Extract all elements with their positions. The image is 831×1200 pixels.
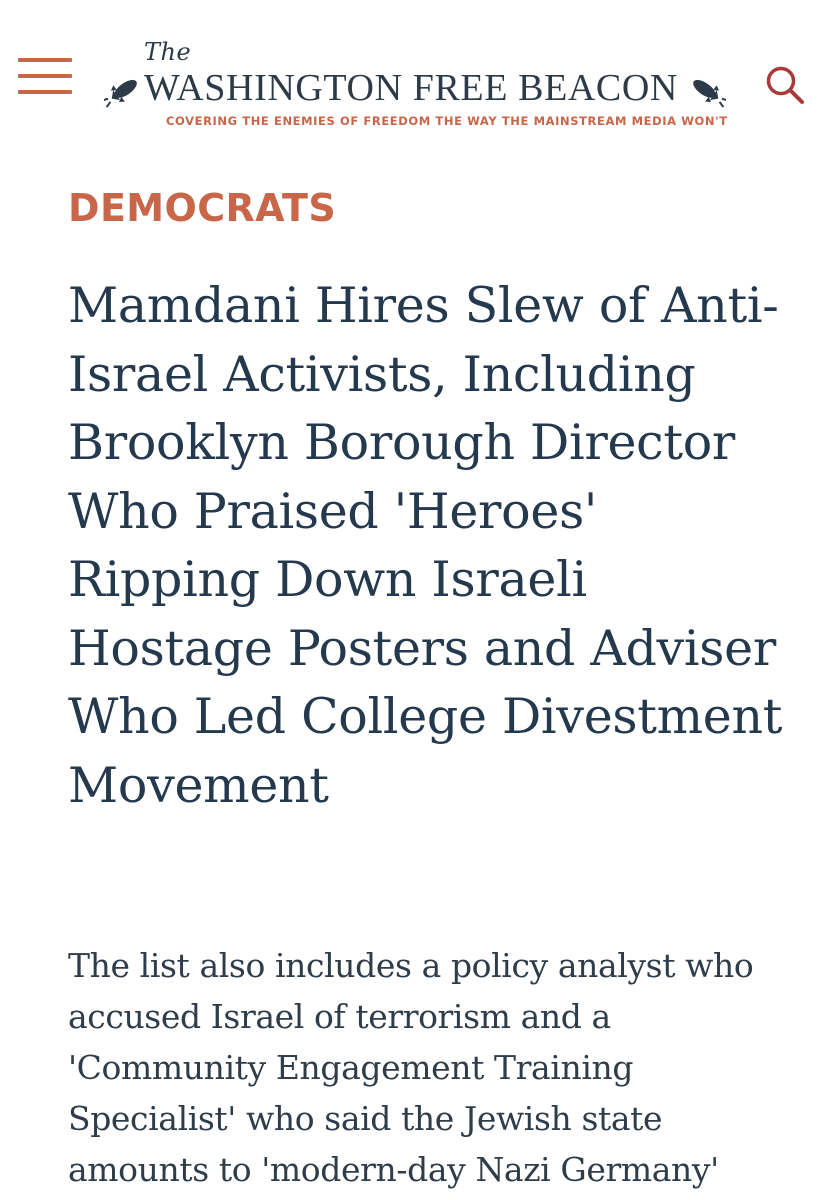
site-header: The WASHINGTON FREE BEACON COVERING THE … <box>0 0 831 140</box>
article-headline: Mamdani Hires Slew of Anti-Israel Activi… <box>68 277 783 814</box>
logo-wordmark: WASHINGTON FREE BEACON <box>144 67 678 109</box>
rocket-icon <box>104 79 137 108</box>
site-logo[interactable]: The WASHINGTON FREE BEACON COVERING THE … <box>104 38 728 130</box>
rocket-icon <box>693 79 726 108</box>
menu-bar <box>18 90 72 94</box>
hamburger-menu-icon[interactable] <box>18 58 72 98</box>
logo-the: The <box>144 38 192 66</box>
logo-tagline: COVERING THE ENEMIES OF FREEDOM THE WAY … <box>166 114 728 128</box>
menu-bar <box>18 74 72 78</box>
menu-bar <box>18 58 72 62</box>
article-subheadline: The list also includes a policy analyst … <box>68 946 754 1189</box>
category-link[interactable]: DEMOCRATS <box>68 186 336 230</box>
search-icon[interactable] <box>764 64 806 106</box>
